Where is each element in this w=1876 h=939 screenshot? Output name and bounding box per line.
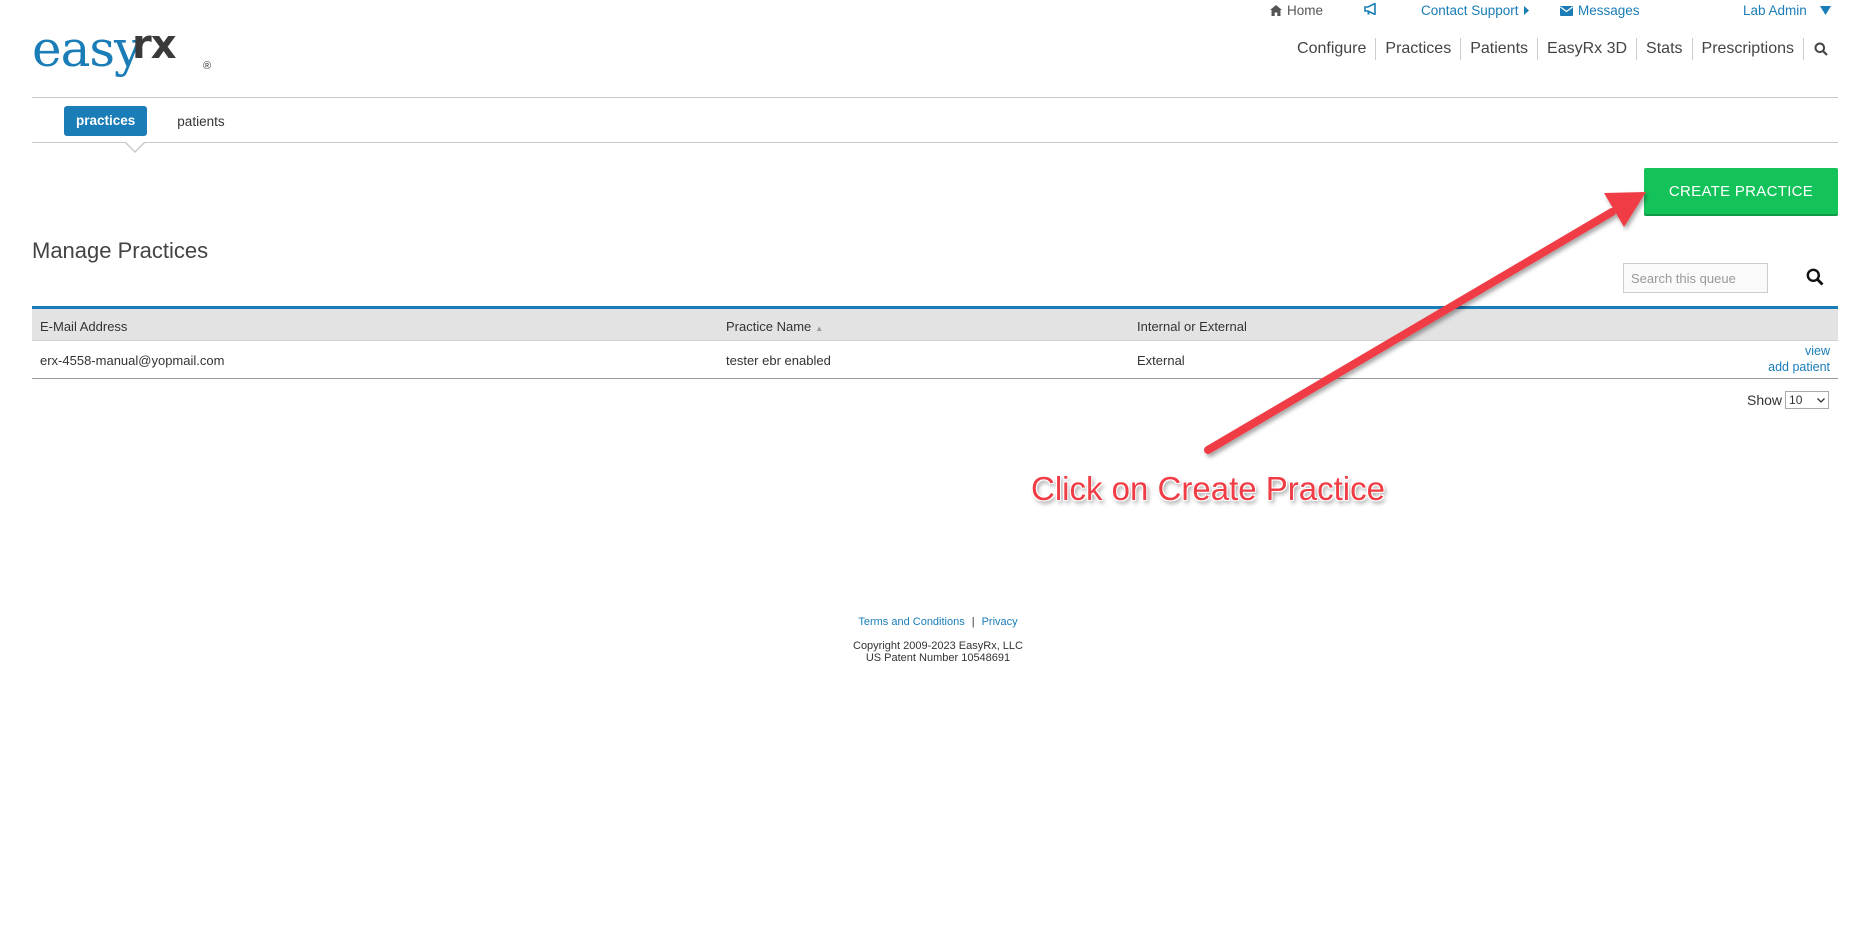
practices-table: E-Mail Address Practice Name ▲ Internal o… — [32, 306, 1838, 379]
column-header-email-label: E-Mail Address — [40, 319, 128, 334]
sort-ascending-icon: ▲ — [815, 324, 824, 333]
home-link-label: Home — [1287, 3, 1324, 18]
table-row: erx-4558-manual@yopmail.com tester ebr e… — [32, 341, 1838, 379]
megaphone-icon — [1364, 3, 1376, 15]
cell-internal-external: External — [1137, 353, 1185, 368]
cell-practice-name: tester ebr enabled — [726, 353, 831, 368]
page-title: Manage Practices — [32, 238, 209, 263]
footer-separator: | — [971, 616, 975, 628]
patent-text: US Patent Number 10548691 — [865, 652, 1011, 664]
nav-configure[interactable]: Configure — [1288, 38, 1377, 60]
easyrx-logo[interactable]: easy rx ® — [32, 20, 211, 82]
column-header-internal-external-label: Internal or External — [1137, 319, 1247, 334]
top-utility-bar: Home Contact Support Messages Lab Admin — [0, 0, 1876, 22]
messages-label: Messages — [1578, 3, 1640, 18]
nav-prescriptions[interactable]: Prescriptions — [1693, 38, 1804, 60]
search-button[interactable] — [1806, 268, 1824, 291]
privacy-link[interactable]: Privacy — [982, 616, 1018, 628]
nav-search-button[interactable] — [1804, 42, 1828, 56]
nav-stats[interactable]: Stats — [1637, 38, 1693, 60]
chevron-down-icon — [1817, 397, 1825, 403]
annotation-arrow — [1204, 192, 1646, 454]
tab-practices[interactable]: practices — [64, 106, 148, 136]
column-header-email[interactable]: E-Mail Address — [40, 319, 127, 334]
contact-support-link[interactable]: Contact Support — [1421, 3, 1529, 18]
chevron-down-icon — [1819, 6, 1831, 15]
create-practice-button[interactable]: CREATE PRACTICE — [1644, 168, 1838, 214]
logo-registered: ® — [203, 60, 212, 72]
view-link[interactable]: view — [1805, 344, 1830, 358]
table-header: E-Mail Address Practice Name ▲ Internal o… — [32, 309, 1838, 341]
page-size-control: Show 10 — [1747, 391, 1830, 409]
nav-easyrx-3d[interactable]: EasyRx 3D — [1538, 38, 1638, 60]
column-header-internal-external[interactable]: Internal or External — [1137, 319, 1247, 334]
envelope-icon — [1560, 5, 1573, 16]
user-name: Lab Admin — [1743, 3, 1807, 18]
user-menu[interactable]: Lab Admin — [1743, 3, 1831, 18]
show-label: Show — [1747, 392, 1783, 408]
nav-practices[interactable]: Practices — [1376, 38, 1462, 60]
terms-link[interactable]: Terms and Conditions — [858, 616, 964, 628]
page-size-value: 10 — [1789, 393, 1803, 407]
add-patient-link[interactable]: add patient — [1768, 360, 1830, 374]
logo-rx: rx — [132, 22, 177, 68]
search-input[interactable] — [1623, 263, 1768, 293]
caret-right-icon — [1523, 6, 1529, 15]
copyright-text: Copyright 2009-2023 EasyRx, LLC — [853, 640, 1023, 652]
announcements-link[interactable] — [1364, 3, 1378, 15]
logo-easy: easy — [32, 20, 142, 78]
header-divider — [32, 97, 1838, 98]
tab-patients[interactable]: patients — [177, 114, 224, 129]
subnav-divider — [32, 142, 1838, 143]
nav-patients[interactable]: Patients — [1461, 38, 1539, 60]
active-tab-pointer — [124, 141, 146, 153]
home-icon — [1270, 5, 1282, 16]
cell-email: erx-4558-manual@yopmail.com — [40, 353, 225, 368]
home-link[interactable]: Home — [1270, 3, 1323, 18]
annotation-label: Click on Create Practice — [1031, 470, 1385, 507]
contact-support-label: Contact Support — [1421, 3, 1519, 18]
messages-link[interactable]: Messages — [1560, 3, 1640, 18]
sub-nav: practices patients — [64, 106, 225, 136]
search-icon — [1814, 42, 1828, 56]
footer-links: Terms and Conditions | Privacy — [0, 616, 1876, 628]
main-nav: Configure Practices Patients EasyRx 3D S… — [1288, 38, 1828, 60]
column-header-practice-name-label: Practice Name — [726, 319, 812, 334]
search-icon — [1806, 268, 1824, 286]
column-header-practice-name[interactable]: Practice Name ▲ — [726, 319, 823, 334]
page-size-select[interactable]: 10 — [1785, 391, 1830, 409]
